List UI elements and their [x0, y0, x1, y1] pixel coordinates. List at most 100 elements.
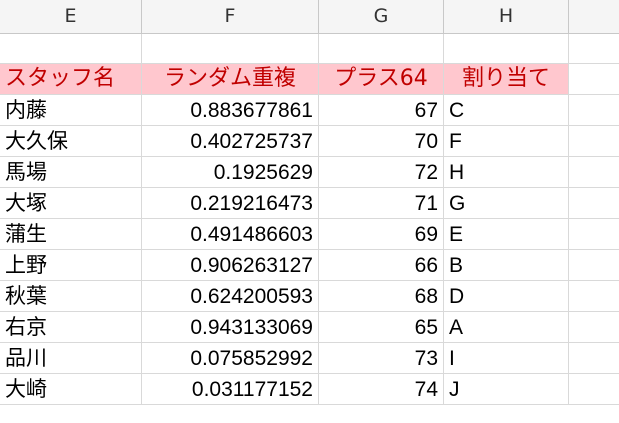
random-value-cell-text: 0.219216473: [190, 192, 313, 215]
random-value-cell[interactable]: 0.906263127: [142, 250, 319, 280]
assign-value-cell[interactable]: G: [444, 188, 569, 218]
assign-value-cell[interactable]: C: [444, 95, 569, 125]
cell[interactable]: [569, 250, 619, 280]
plus-value-cell-text: 74: [414, 378, 438, 401]
plus-value-cell[interactable]: 66: [319, 250, 444, 280]
random-value-cell[interactable]: 0.219216473: [142, 188, 319, 218]
plus-value-cell[interactable]: 68: [319, 281, 444, 311]
assign-value-cell-text: I: [449, 347, 455, 370]
table-row: 上野 0.906263127 66 B: [0, 250, 619, 281]
random-value-cell[interactable]: 0.075852992: [142, 343, 319, 373]
random-value-cell-text: 0.491486603: [190, 223, 313, 246]
column-header-f[interactable]: F: [142, 0, 319, 33]
plus-value-cell[interactable]: 72: [319, 157, 444, 187]
assign-value-cell[interactable]: D: [444, 281, 569, 311]
plus-value-cell[interactable]: 71: [319, 188, 444, 218]
header-assign-label: 割り当て: [461, 66, 550, 91]
staff-name-cell[interactable]: 馬場: [0, 157, 142, 187]
header-cell-staff[interactable]: スタッフ名: [0, 64, 142, 94]
random-value-cell[interactable]: 0.943133069: [142, 312, 319, 342]
random-value-cell-text: 0.402725737: [190, 130, 313, 153]
random-value-cell-text: 0.075852992: [190, 347, 313, 370]
random-value-cell[interactable]: 0.624200593: [142, 281, 319, 311]
staff-name-cell[interactable]: 蒲生: [0, 219, 142, 249]
assign-value-cell-text: D: [449, 285, 465, 308]
header-cell-assign[interactable]: 割り当て: [444, 64, 569, 94]
staff-name-cell[interactable]: 品川: [0, 343, 142, 373]
cell[interactable]: [319, 34, 444, 63]
staff-name-cell-text: 右京: [5, 315, 47, 339]
cell[interactable]: [0, 34, 142, 63]
random-value-cell[interactable]: 0.1925629: [142, 157, 319, 187]
plus-value-cell[interactable]: 70: [319, 126, 444, 156]
assign-value-cell[interactable]: I: [444, 343, 569, 373]
cell[interactable]: [569, 343, 619, 373]
staff-name-cell[interactable]: 内藤: [0, 95, 142, 125]
assign-value-cell-text: C: [449, 99, 465, 122]
random-value-cell-text: 0.031177152: [191, 378, 313, 401]
cell[interactable]: [569, 374, 619, 404]
cell[interactable]: [569, 188, 619, 218]
plus-value-cell-text: 73: [414, 347, 438, 370]
cell[interactable]: [444, 34, 569, 63]
staff-name-cell[interactable]: 右京: [0, 312, 142, 342]
plus-value-cell-text: 65: [414, 316, 438, 339]
header-staff-label: スタッフ名: [5, 66, 116, 91]
staff-name-cell[interactable]: 大久保: [0, 126, 142, 156]
random-value-cell[interactable]: 0.883677861: [142, 95, 319, 125]
staff-name-cell[interactable]: 秋葉: [0, 281, 142, 311]
assign-value-cell[interactable]: B: [444, 250, 569, 280]
column-header-i[interactable]: [569, 0, 619, 33]
spreadsheet: E F G H スタッフ名 ランダム重複 プラス64 割り当て 内藤 0.883…: [0, 0, 619, 423]
assign-value-cell-text: J: [449, 378, 460, 401]
column-header-e[interactable]: E: [0, 0, 142, 33]
assign-value-cell[interactable]: J: [444, 374, 569, 404]
column-header-g[interactable]: G: [319, 0, 444, 33]
table-header-row: スタッフ名 ランダム重複 プラス64 割り当て: [0, 64, 619, 95]
table-row: 蒲生 0.491486603 69 E: [0, 219, 619, 250]
plus-value-cell-text: 66: [414, 254, 438, 277]
cell[interactable]: [569, 64, 619, 94]
random-value-cell-text: 0.1925629: [213, 161, 313, 184]
staff-name-cell[interactable]: 上野: [0, 250, 142, 280]
cell-grid: スタッフ名 ランダム重複 プラス64 割り当て 内藤 0.883677861 67 C…: [0, 34, 619, 405]
random-value-cell-text: 0.943133069: [190, 316, 313, 339]
assign-value-cell-text: F: [449, 130, 462, 153]
plus-value-cell-text: 68: [414, 285, 438, 308]
assign-value-cell[interactable]: E: [444, 219, 569, 249]
staff-name-cell-text: 秋葉: [5, 284, 47, 308]
cell[interactable]: [569, 34, 619, 63]
plus-value-cell[interactable]: 74: [319, 374, 444, 404]
cell[interactable]: [569, 281, 619, 311]
assign-value-cell-text: H: [449, 161, 465, 184]
random-value-cell[interactable]: 0.031177152: [142, 374, 319, 404]
random-value-cell-text: 0.883677861: [190, 99, 313, 122]
plus-value-cell[interactable]: 67: [319, 95, 444, 125]
header-cell-plus[interactable]: プラス64: [319, 64, 444, 94]
assign-value-cell[interactable]: F: [444, 126, 569, 156]
header-plus-label: プラス64: [334, 66, 428, 91]
staff-name-cell-text: 品川: [5, 346, 47, 370]
assign-value-cell-text: G: [449, 192, 466, 215]
cell[interactable]: [569, 312, 619, 342]
staff-name-cell[interactable]: 大塚: [0, 188, 142, 218]
column-header-bar: E F G H: [0, 0, 619, 34]
header-cell-random[interactable]: ランダム重複: [142, 64, 319, 94]
table-row: 内藤 0.883677861 67 C: [0, 95, 619, 126]
random-value-cell[interactable]: 0.491486603: [142, 219, 319, 249]
column-header-h[interactable]: H: [444, 0, 569, 33]
assign-value-cell[interactable]: A: [444, 312, 569, 342]
plus-value-cell[interactable]: 73: [319, 343, 444, 373]
plus-value-cell[interactable]: 69: [319, 219, 444, 249]
cell[interactable]: [569, 157, 619, 187]
cell[interactable]: [569, 95, 619, 125]
assign-value-cell[interactable]: H: [444, 157, 569, 187]
random-value-cell[interactable]: 0.402725737: [142, 126, 319, 156]
cell[interactable]: [142, 34, 319, 63]
staff-name-cell-text: 大崎: [5, 377, 47, 401]
cell[interactable]: [569, 219, 619, 249]
cell[interactable]: [569, 126, 619, 156]
table-row: 品川 0.075852992 73 I: [0, 343, 619, 374]
plus-value-cell[interactable]: 65: [319, 312, 444, 342]
staff-name-cell[interactable]: 大崎: [0, 374, 142, 404]
